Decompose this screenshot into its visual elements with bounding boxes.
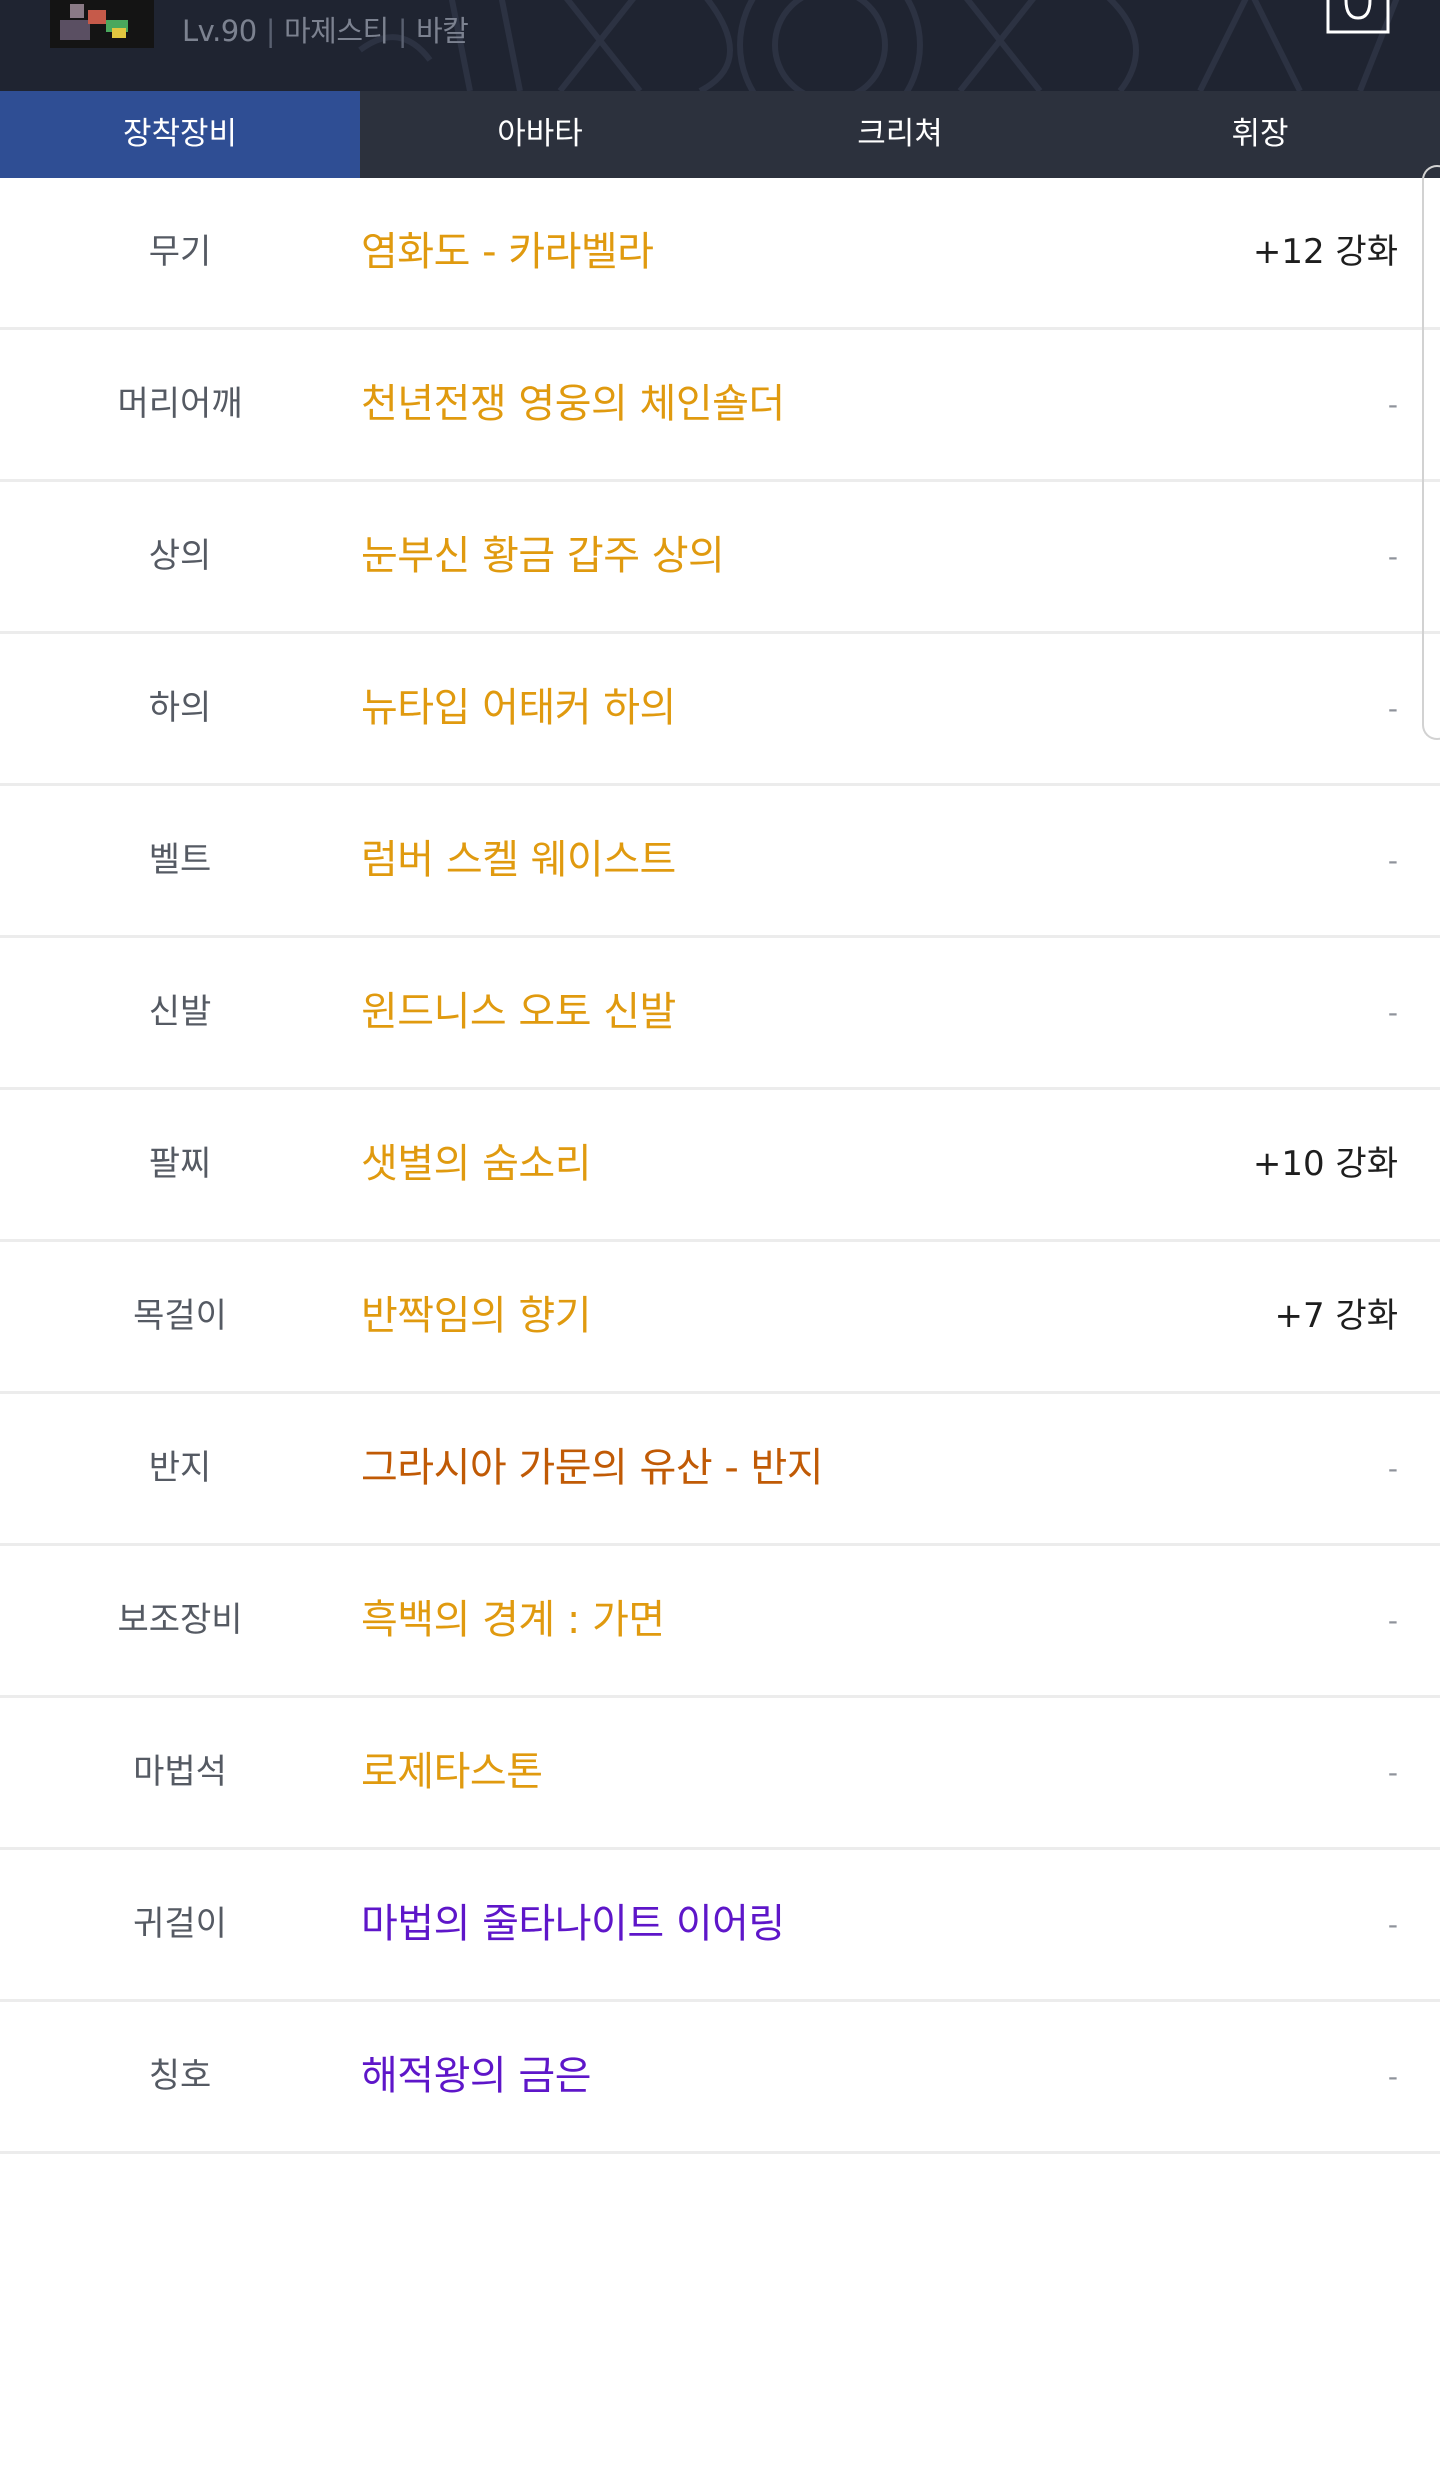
equipment-slot-label: 보조장비	[117, 1600, 243, 1640]
equipment-item-name[interactable]: 마법의 줄타나이트 이어링	[361, 1850, 785, 1999]
equipment-row[interactable]: 상의 눈부신 황금 갑주 상의 -	[0, 482, 1440, 634]
equipment-enhance-level: +7 강화	[1274, 1296, 1399, 1336]
equipment-row[interactable]: 마법석 로제타스톤 -	[0, 1698, 1440, 1850]
equipment-row[interactable]: 보조장비 흑백의 경계 : 가면 -	[0, 1546, 1440, 1698]
equipment-item-name[interactable]: 뉴타입 어태커 하의	[361, 634, 676, 783]
equipment-item-name[interactable]: 샛별의 숨소리	[361, 1090, 592, 1239]
character-info: Lv.90 | 마제스티 | 바칼	[182, 8, 469, 50]
equipment-item-name[interactable]: 반짝임의 향기	[361, 1242, 592, 1391]
character-header: Lv.90 | 마제스티 | 바칼	[0, 0, 1440, 91]
equipment-row[interactable]: 머리어깨 천년전쟁 영웅의 체인숄더 -	[0, 330, 1440, 482]
equipment-row[interactable]: 신발 윈드니스 오토 신발 -	[0, 938, 1440, 1090]
equipment-enhance-level: -	[1387, 1604, 1398, 1637]
scroll-edge	[1422, 165, 1440, 740]
equipment-item-name[interactable]: 염화도 - 카라벨라	[361, 178, 654, 327]
equipment-slot-label: 하의	[148, 688, 212, 728]
equipment-enhance-level: -	[1387, 844, 1398, 877]
equipment-enhance-level: +12 강화	[1252, 232, 1398, 272]
equipment-row[interactable]: 하의 뉴타입 어태커 하의 -	[0, 634, 1440, 786]
equipment-slot-label: 상의	[148, 536, 212, 576]
equipment-slot-label: 반지	[148, 1448, 212, 1488]
equipment-list: 무기 염화도 - 카라벨라 +12 강화머리어깨 천년전쟁 영웅의 체인숄더 - 상의 눈부…	[0, 178, 1440, 2154]
equipment-enhance-level: -	[1387, 1452, 1398, 1485]
equipment-slot-label: 귀걸이	[133, 1904, 227, 1944]
equipment-row[interactable]: 칭호 해적왕의 금은 -	[0, 2002, 1440, 2154]
equipment-row[interactable]: 귀걸이 마법의 줄타나이트 이어링 -	[0, 1850, 1440, 2002]
equipment-item-name[interactable]: 해적왕의 금은	[361, 2002, 592, 2151]
equipment-row[interactable]: 반지 그라시아 가문의 유산 - 반지 -	[0, 1394, 1440, 1546]
tab-bar: 장착장비 아바타 크리쳐 휘장	[0, 91, 1440, 178]
equipment-item-name[interactable]: 흑백의 경계 : 가면	[361, 1546, 665, 1695]
equipment-item-name[interactable]: 윈드니스 오토 신발	[361, 938, 676, 1087]
equipment-enhance-level: -	[1387, 388, 1398, 421]
info-separator: |	[265, 14, 276, 48]
equipment-enhance-level: -	[1387, 540, 1398, 573]
tab-avatar[interactable]: 아바타	[360, 91, 720, 178]
equipment-slot-label: 팔찌	[148, 1144, 212, 1184]
tab-creature[interactable]: 크리쳐	[720, 91, 1080, 178]
equipment-slot-label: 머리어깨	[117, 384, 243, 424]
equipment-item-name[interactable]: 럼버 스켈 웨이스트	[361, 786, 676, 935]
equipment-enhance-level: -	[1387, 996, 1398, 1029]
equipment-row[interactable]: 팔찌 샛별의 숨소리 +10 강화	[0, 1090, 1440, 1242]
bag-icon[interactable]	[1322, 0, 1394, 34]
equipment-row[interactable]: 목걸이 반짝임의 향기 +7 강화	[0, 1242, 1440, 1394]
character-job: 마제스티	[283, 14, 389, 48]
equipment-slot-label: 무기	[148, 232, 212, 272]
equipment-item-name[interactable]: 로제타스톤	[361, 1698, 543, 1847]
equipment-row[interactable]: 벨트 럼버 스켈 웨이스트 -	[0, 786, 1440, 938]
equipment-slot-label: 칭호	[148, 2056, 212, 2096]
equipment-enhance-level: -	[1387, 692, 1398, 725]
equipment-item-name[interactable]: 눈부신 황금 갑주 상의	[361, 482, 725, 631]
character-avatar	[50, 0, 154, 48]
equipment-enhance-level: -	[1387, 2060, 1398, 2093]
equipment-row[interactable]: 무기 염화도 - 카라벨라 +12 강화	[0, 178, 1440, 330]
equipment-item-name[interactable]: 천년전쟁 영웅의 체인숄더	[361, 330, 785, 479]
info-separator: |	[397, 14, 408, 48]
equipment-item-name[interactable]: 그라시아 가문의 유산 - 반지	[361, 1394, 824, 1543]
tab-emblem[interactable]: 휘장	[1080, 91, 1440, 178]
equipment-slot-label: 마법석	[133, 1752, 227, 1792]
equipment-slot-label: 목걸이	[133, 1296, 227, 1336]
equipment-enhance-level: +10 강화	[1252, 1144, 1398, 1184]
equipment-slot-label: 신발	[148, 992, 212, 1032]
equipment-enhance-level: -	[1387, 1908, 1398, 1941]
equipment-slot-label: 벨트	[148, 840, 212, 880]
character-server: 바칼	[415, 14, 469, 48]
character-level: Lv.90	[182, 14, 257, 48]
tab-equipment[interactable]: 장착장비	[0, 91, 360, 178]
equipment-enhance-level: -	[1387, 1756, 1398, 1789]
